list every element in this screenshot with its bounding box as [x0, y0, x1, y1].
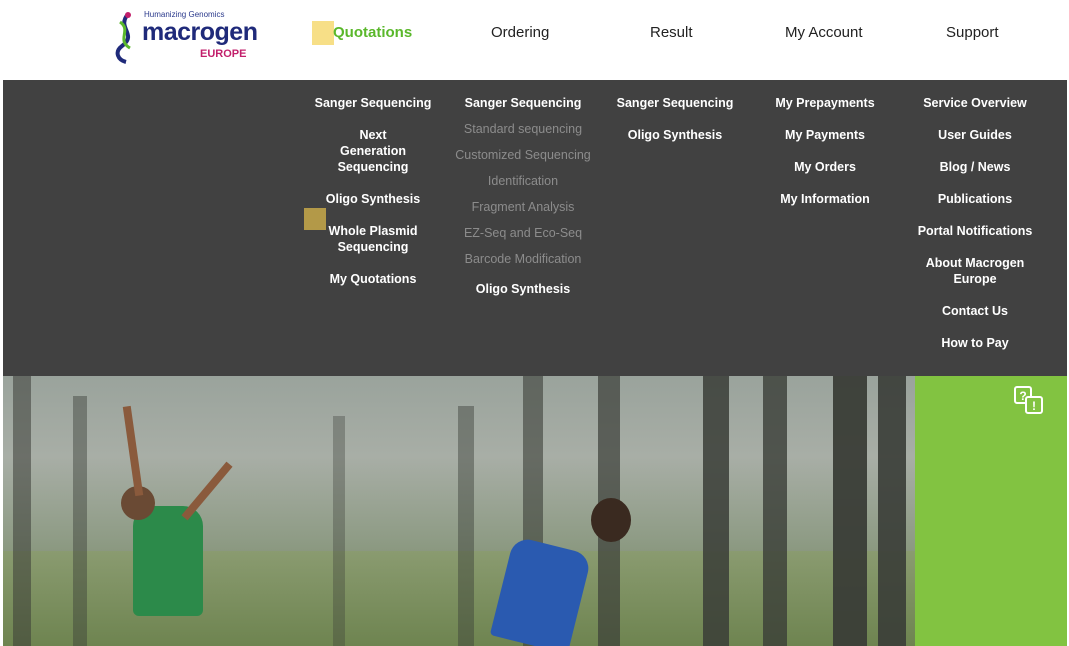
menu-item-publications[interactable]: Publications: [914, 191, 1036, 207]
menu-item-contact-us[interactable]: Contact Us: [914, 303, 1036, 319]
menu-sub-standard[interactable]: Standard sequencing: [450, 121, 596, 137]
menu-item-about[interactable]: About Macrogen Europe: [925, 255, 1025, 287]
menu-item-ordering-sanger[interactable]: Sanger Sequencing: [450, 95, 596, 111]
child-arm: [181, 461, 233, 521]
menu-sub-customized[interactable]: Customized Sequencing: [450, 147, 596, 163]
menu-item-my-orders[interactable]: My Orders: [765, 159, 885, 175]
tree-trunk: [763, 376, 787, 646]
tree-trunk: [878, 376, 906, 646]
menu-item-sanger-sequencing[interactable]: Sanger Sequencing: [313, 95, 433, 111]
cursor-highlight: [312, 21, 334, 45]
menu-item-blog-news[interactable]: Blog / News: [914, 159, 1036, 175]
menu-col-my-account: My Prepayments My Payments My Orders My …: [765, 95, 885, 207]
menu-item-how-to-pay[interactable]: How to Pay: [914, 335, 1036, 351]
cursor-highlight-2: [304, 208, 326, 230]
menu-item-my-prepayments[interactable]: My Prepayments: [765, 95, 885, 111]
menu-item-my-information[interactable]: My Information: [765, 191, 885, 207]
menu-sub-fragment[interactable]: Fragment Analysis: [450, 199, 596, 215]
menu-col-ordering: Sanger Sequencing Standard sequencing Cu…: [450, 95, 596, 297]
menu-item-result-oligo[interactable]: Oligo Synthesis: [612, 127, 738, 143]
tree-trunk: [833, 376, 867, 646]
logo-region: EUROPE: [200, 48, 247, 60]
menu-item-result-sanger[interactable]: Sanger Sequencing: [612, 95, 738, 111]
tree-trunk: [333, 416, 345, 646]
svg-text:!: !: [1032, 399, 1036, 413]
menu-item-oligo-synthesis[interactable]: Oligo Synthesis: [313, 191, 433, 207]
menu-sub-barcode[interactable]: Barcode Modification: [450, 251, 596, 267]
nav-my-account[interactable]: My Account: [785, 24, 863, 41]
menu-item-service-overview[interactable]: Service Overview: [914, 95, 1036, 111]
menu-col-quotations: Sanger Sequencing Next Generation Sequen…: [313, 95, 433, 287]
menu-item-whole-plasmid[interactable]: Whole Plasmid Sequencing: [325, 223, 421, 255]
child-head: [591, 498, 631, 542]
macrogen-logo[interactable]: Humanizing Genomics macrogen EUROPE: [112, 8, 262, 64]
dna-helix-icon: [115, 12, 131, 64]
chat-help-icon[interactable]: ? !: [1012, 384, 1046, 418]
tree-trunk: [73, 396, 87, 646]
tree-trunk: [458, 406, 474, 646]
child-arm: [122, 405, 144, 497]
nav-result[interactable]: Result: [650, 24, 693, 41]
child-green-shirt: [133, 506, 203, 616]
tree-trunk: [703, 376, 729, 646]
menu-col-result: Sanger Sequencing Oligo Synthesis: [612, 95, 738, 143]
menu-col-support: Service Overview User Guides Blog / News…: [914, 95, 1036, 351]
menu-item-portal-notifications[interactable]: Portal Notifications: [914, 223, 1036, 239]
menu-item-user-guides[interactable]: User Guides: [914, 127, 1036, 143]
hero-image: [3, 376, 915, 646]
menu-sub-identification[interactable]: Identification: [450, 173, 596, 189]
nav-support[interactable]: Support: [946, 24, 999, 41]
menu-sub-ezseq[interactable]: EZ-Seq and Eco-Seq: [450, 225, 596, 241]
nav-ordering[interactable]: Ordering: [491, 24, 549, 41]
menu-item-ordering-oligo[interactable]: Oligo Synthesis: [450, 281, 596, 297]
menu-item-my-quotations[interactable]: My Quotations: [313, 271, 433, 287]
site-header: Humanizing Genomics macrogen EUROPE Quot…: [0, 0, 1069, 80]
logo-brand: macrogen: [142, 18, 258, 46]
tree-trunk: [13, 376, 31, 646]
menu-item-my-payments[interactable]: My Payments: [765, 127, 885, 143]
menu-item-ngs[interactable]: Next Generation Sequencing: [325, 127, 421, 175]
nav-quotations[interactable]: Quotations: [333, 24, 412, 41]
